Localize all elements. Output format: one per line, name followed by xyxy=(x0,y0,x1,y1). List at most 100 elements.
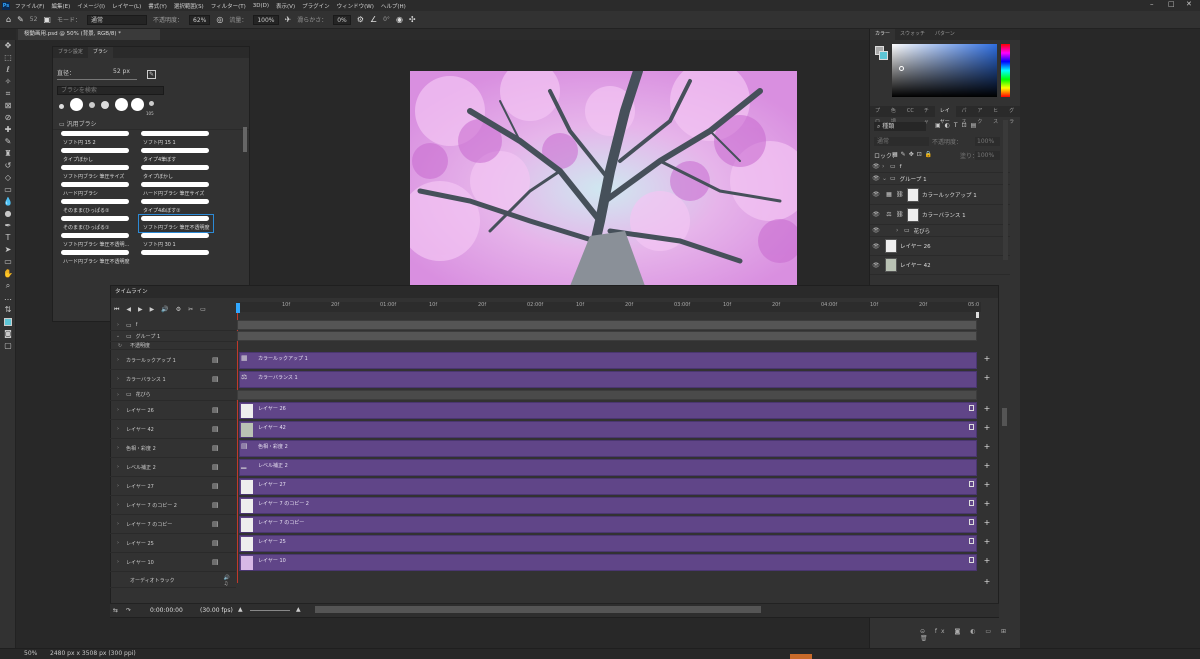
mode-select[interactable]: 通常 xyxy=(87,14,147,25)
layer-thumbnail[interactable] xyxy=(885,258,897,272)
hand-tool-icon[interactable]: ✋ xyxy=(0,268,16,280)
brush-preset[interactable]: ハード円ブラシ 筆圧サイズ xyxy=(139,181,213,198)
timeline-track-header[interactable]: › レイヤー 27 ▤ xyxy=(110,477,236,496)
render-video-icon[interactable]: ↷ xyxy=(126,607,131,614)
add-media-button[interactable]: + xyxy=(983,354,991,363)
menu-image[interactable]: イメージ(I) xyxy=(77,2,105,10)
fill-input[interactable]: 100% xyxy=(975,151,1000,160)
clip-end-marker[interactable] xyxy=(969,405,974,411)
smoothing-input[interactable]: 0% xyxy=(333,14,351,25)
menu-view[interactable]: 表示(V) xyxy=(276,2,295,10)
layers-scrollbar[interactable] xyxy=(1003,120,1008,260)
brush-group-header[interactable]: ▭ 汎用ブラシ xyxy=(53,120,249,130)
pressure-size-icon[interactable]: ◉ xyxy=(396,15,403,24)
timeline-track-header[interactable]: › ▭ 花びら xyxy=(110,389,236,401)
layer-row[interactable]: 👁 ⚖ ⛓ カラーバランス 1 xyxy=(870,205,1010,225)
brush-preset[interactable]: ソフト円ブラシ 筆圧サイズ xyxy=(59,164,133,181)
type-tool-icon[interactable]: T xyxy=(0,232,16,244)
timeline-track-header[interactable]: › ▭ f xyxy=(110,320,236,331)
brush-tool-icon[interactable]: ✎ xyxy=(17,15,24,24)
timeline-track-header[interactable]: › レイヤー 26 ▤ xyxy=(110,401,236,420)
add-media-button[interactable]: + xyxy=(983,518,991,527)
more-tools-icon[interactable]: … xyxy=(0,292,16,304)
timeline-track-header[interactable]: › レイヤー 7 のコピー ▤ xyxy=(110,515,236,534)
zoom-in-icon[interactable]: ▲ xyxy=(296,606,301,613)
clip-end-marker[interactable] xyxy=(969,557,974,563)
shape-tool-icon[interactable]: ▭ xyxy=(0,256,16,268)
healing-tool-icon[interactable]: ✚ xyxy=(0,124,16,136)
stamp-tool-icon[interactable]: ♜ xyxy=(0,148,16,160)
tab-brushes[interactable]: ブラシ xyxy=(87,47,113,58)
preset-brush-tip[interactable] xyxy=(149,101,154,106)
add-media-button[interactable]: + xyxy=(983,442,991,451)
lock-icons[interactable]: ▦✎✥⊡🔒 xyxy=(892,151,935,158)
edit-toolbar-icon[interactable]: ⇅ xyxy=(0,304,16,316)
gear-icon[interactable]: ⚙ xyxy=(357,15,364,24)
chevron-right-icon[interactable]: › xyxy=(110,559,126,565)
eye-icon[interactable]: 👁 xyxy=(870,175,882,182)
layer-filter-icons[interactable]: ▣◐T⊡▤ xyxy=(935,122,980,129)
timeline-clip[interactable]: ⚖ カラーバランス 1 xyxy=(239,371,977,388)
preset-brush-tip[interactable] xyxy=(89,102,95,108)
chevron-right-icon[interactable]: › xyxy=(110,540,126,546)
layer-row[interactable]: 👁 › ▭ f xyxy=(870,161,1010,173)
blend-mode-select[interactable]: 通常 xyxy=(874,137,929,146)
tab-adjustments[interactable]: 色調 xyxy=(886,106,902,125)
keyframe-stopwatch-icon[interactable]: ↻ xyxy=(110,343,130,349)
add-media-button[interactable]: + xyxy=(983,577,991,586)
path-select-tool-icon[interactable]: ➤ xyxy=(0,244,16,256)
gradient-tool-icon[interactable]: ▭ xyxy=(0,184,16,196)
menu-edit[interactable]: 編集(E) xyxy=(51,2,70,10)
minimize-icon[interactable]: – xyxy=(1150,0,1154,8)
marquee-tool-icon[interactable]: ⬚ xyxy=(0,52,16,64)
film-icon[interactable]: ▤ xyxy=(212,406,224,414)
zoom-out-icon[interactable]: ▲ xyxy=(238,606,243,613)
film-icon[interactable]: ▤ xyxy=(212,425,224,433)
chevron-right-icon[interactable]: › xyxy=(896,227,904,234)
new-brush-icon[interactable]: ✎ xyxy=(147,70,156,79)
brush-tool-icon[interactable]: ✎ xyxy=(0,136,16,148)
symmetry-icon[interactable]: ✣ xyxy=(409,15,416,24)
menu-3d[interactable]: 3D(D) xyxy=(253,3,269,9)
tab-history[interactable]: ヒス xyxy=(988,106,1004,125)
maximize-icon[interactable]: □ xyxy=(1168,0,1175,8)
layer-row[interactable]: 👁 ⌄ ▭ グループ 1 xyxy=(870,173,1010,185)
menu-help[interactable]: ヘルプ(H) xyxy=(381,2,406,10)
brush-preset[interactable]: ソフト円ブラシ 筆圧不透明度 xyxy=(138,214,214,233)
timeline-clip[interactable]: レイヤー 25 xyxy=(239,535,977,552)
zoom-tool-icon[interactable]: ⌕ xyxy=(0,280,16,292)
menu-filter[interactable]: フィルター(T) xyxy=(211,2,246,10)
chevron-right-icon[interactable]: › xyxy=(110,502,126,508)
preset-brush-tip[interactable] xyxy=(70,98,83,111)
layer-mask-thumbnail[interactable] xyxy=(907,187,919,202)
film-icon[interactable]: ▤ xyxy=(212,539,224,547)
transport-controls[interactable]: ⏮◀▶▶🔊⚙✂▭ xyxy=(114,306,213,314)
zoom-level[interactable]: 50% xyxy=(24,650,37,657)
tab-actions[interactable]: アク xyxy=(972,106,988,125)
add-media-button[interactable]: + xyxy=(983,480,991,489)
layer-filter-select[interactable]: ⌕ 種類 xyxy=(874,122,926,131)
angle-value[interactable]: 0° xyxy=(383,16,390,23)
timeline-track-header[interactable]: › レイヤー 25 ▤ xyxy=(110,534,236,553)
eraser-tool-icon[interactable]: ◇ xyxy=(0,172,16,184)
film-icon[interactable]: ▤ xyxy=(212,463,224,471)
timeline-clip[interactable]: レイヤー 10 xyxy=(239,554,977,571)
brush-settings-icon[interactable]: ▣ xyxy=(43,15,51,24)
brush-preset[interactable]: ソフト円 30 1 xyxy=(139,232,213,249)
preset-brush-tip[interactable] xyxy=(101,101,109,109)
preset-brush-tip[interactable] xyxy=(59,104,64,109)
crop-tool-icon[interactable]: ⌗ xyxy=(0,88,16,100)
chevron-down-icon[interactable]: ⌄ xyxy=(882,175,890,182)
tab-paths[interactable]: パス xyxy=(956,106,972,125)
layer-row[interactable]: 👁 レイヤー 42 xyxy=(870,256,1010,275)
group-track-bar[interactable] xyxy=(237,320,977,330)
menu-select[interactable]: 選択範囲(S) xyxy=(174,2,204,10)
layer-opacity-input[interactable]: 100% xyxy=(975,137,1000,146)
timeline-track-header[interactable]: › レイヤー 42 ▤ xyxy=(110,420,236,439)
document-canvas-image[interactable] xyxy=(410,71,797,286)
timeline-clip[interactable]: ▁ レベル補正 2 xyxy=(239,459,977,476)
film-icon[interactable]: ▤ xyxy=(212,482,224,490)
clip-end-marker[interactable] xyxy=(969,424,974,430)
home-icon[interactable]: ⌂ xyxy=(6,15,11,24)
brush-preset[interactable]: ハード円ブラシ 筆圧不透明度 xyxy=(59,249,133,266)
